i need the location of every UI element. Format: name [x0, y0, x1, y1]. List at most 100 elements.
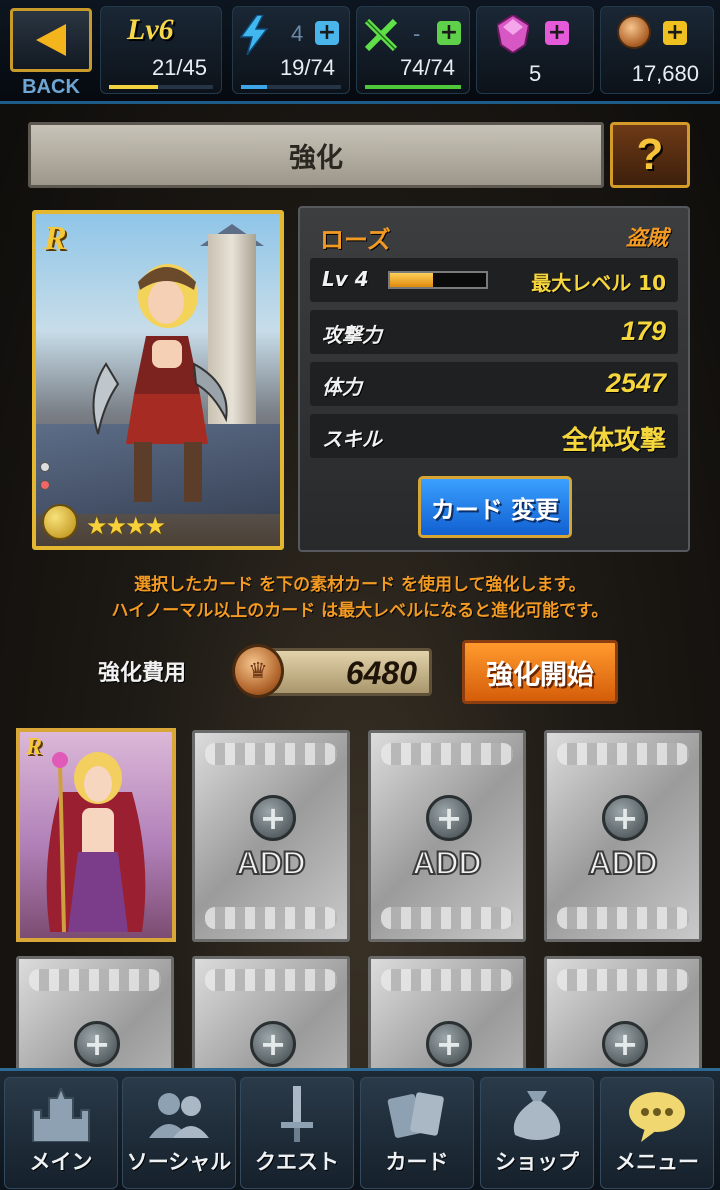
- skill-row: スキル 全体攻撃: [310, 414, 678, 458]
- castle-icon: [5, 1084, 117, 1146]
- slot-ornament: [557, 969, 689, 991]
- skill-label: スキル: [322, 427, 382, 451]
- stamina-value: 19/74: [279, 55, 335, 80]
- level-panel: Lv6 21/45: [100, 6, 222, 94]
- rose-card-art: [92, 264, 228, 502]
- slot-ornament: [557, 743, 689, 765]
- coin-add-button[interactable]: +: [663, 21, 687, 45]
- coin-icon: [617, 15, 651, 49]
- stamina-plus-count: 4: [291, 21, 304, 46]
- back-label[interactable]: BACK: [10, 76, 92, 99]
- hp-value: 2547: [605, 368, 666, 398]
- material-slot[interactable]: + ADD: [368, 730, 526, 942]
- card-level-bar: [388, 271, 488, 289]
- crossed-swords-icon: [364, 18, 398, 52]
- add-icon: +: [602, 795, 648, 841]
- back-arrow-icon: [36, 24, 66, 56]
- material-card-rarity: R: [26, 734, 43, 760]
- slot-pip: [40, 480, 50, 490]
- start-enhance-button[interactable]: 強化開始: [462, 640, 618, 704]
- card-level: Lv 4: [322, 267, 369, 291]
- nav-menu[interactable]: メニュー: [600, 1077, 714, 1189]
- page-title: 強化: [28, 122, 604, 188]
- battle-panel: - + 74/74: [356, 6, 470, 94]
- gem-panel: + 5: [476, 6, 594, 94]
- add-icon: +: [74, 1021, 120, 1067]
- slot-ornament: [557, 907, 689, 929]
- nav-label: ソーシャル: [126, 1150, 232, 1174]
- change-card-button[interactable]: カード 変更: [418, 476, 572, 538]
- level-row: Lv 4 最大レベル 10: [310, 258, 678, 302]
- add-icon: +: [602, 1021, 648, 1067]
- material-slot[interactable]: + ADD: [192, 730, 350, 942]
- add-label: ADD: [587, 844, 658, 882]
- money-bag-icon: [481, 1084, 593, 1146]
- max-level: 最大レベル 10: [531, 271, 666, 295]
- weapon-type-icon: [42, 504, 78, 540]
- slot-ornament: [381, 743, 513, 765]
- skill-value: 全体攻撃: [561, 426, 666, 456]
- slot-ornament: [29, 969, 161, 991]
- slot-ornament: [381, 907, 513, 929]
- battle-plus-count: -: [413, 21, 421, 46]
- slot-pip: [40, 462, 50, 472]
- cost-label: 強化費用: [98, 661, 187, 686]
- stamina-bar: [241, 85, 341, 89]
- nav-shop[interactable]: ショップ: [480, 1077, 594, 1189]
- nav-card[interactable]: カード: [360, 1077, 474, 1189]
- sword-icon: [241, 1084, 353, 1146]
- battle-value: 74/74: [399, 55, 455, 80]
- cost-value: 6480: [345, 655, 417, 691]
- add-icon: +: [426, 1021, 472, 1067]
- add-label: ADD: [411, 844, 482, 882]
- card-info-panel: ローズ 盗賊 Lv 4 最大レベル 10 攻撃力 179 体力 2547 スキル…: [298, 206, 690, 552]
- coin-icon: ♛: [232, 644, 284, 698]
- add-icon: +: [426, 795, 472, 841]
- coin-panel: + 17,680: [600, 6, 714, 94]
- nav-social[interactable]: ソーシャル: [122, 1077, 236, 1189]
- material-card[interactable]: R: [16, 728, 176, 942]
- slot-ornament: [205, 743, 337, 765]
- slot-ornament: [205, 907, 337, 929]
- battle-bar: [365, 85, 461, 89]
- gem-add-button[interactable]: +: [545, 21, 569, 45]
- hp-row: 体力 2547: [310, 362, 678, 406]
- exp-bar: [109, 85, 213, 89]
- nav-main[interactable]: メイン: [4, 1077, 118, 1189]
- plus-icon: +: [547, 20, 567, 45]
- attack-value: 179: [620, 316, 666, 346]
- battle-add-button[interactable]: +: [437, 21, 461, 45]
- card-name: ローズ: [320, 226, 391, 254]
- card-stars: ★★★★: [86, 512, 166, 540]
- stamina-add-button[interactable]: +: [315, 21, 339, 45]
- slot-ornament: [381, 969, 513, 991]
- slot-ornament: [205, 969, 337, 991]
- nav-label: クエスト: [255, 1150, 339, 1174]
- add-icon: +: [250, 795, 296, 841]
- add-label: ADD: [235, 844, 306, 882]
- card-rarity: R: [44, 220, 67, 257]
- coin-value: 17,680: [631, 61, 699, 86]
- hp-label: 体力: [322, 375, 362, 399]
- lightning-icon: [239, 15, 269, 55]
- plus-icon: +: [665, 20, 685, 45]
- selected-card[interactable]: R ★★★★: [32, 210, 284, 550]
- cards-icon: [361, 1084, 473, 1146]
- nav-label: メニュー: [615, 1150, 699, 1174]
- bottom-nav: メイン ソーシャル クエスト カード ショップ メニュー: [0, 1068, 720, 1190]
- material-slot[interactable]: + ADD: [544, 730, 702, 942]
- nav-label: ショップ: [495, 1150, 579, 1174]
- nav-label: カード: [385, 1150, 449, 1174]
- player-level: Lv6: [127, 13, 174, 46]
- sorceress-card-art: [46, 752, 146, 933]
- gem-icon: [497, 15, 529, 53]
- nav-quest[interactable]: クエスト: [240, 1077, 354, 1189]
- plus-icon: +: [439, 20, 459, 45]
- people-icon: [123, 1084, 235, 1146]
- help-button[interactable]: ?: [610, 122, 690, 188]
- gem-value: 5: [529, 61, 542, 86]
- back-button[interactable]: [10, 8, 92, 72]
- exp-value: 21/45: [151, 55, 207, 80]
- add-icon: +: [250, 1021, 296, 1067]
- status-bar: BACK Lv6 21/45 4 + 19/74 - + 74/74 + 5 +…: [0, 0, 720, 104]
